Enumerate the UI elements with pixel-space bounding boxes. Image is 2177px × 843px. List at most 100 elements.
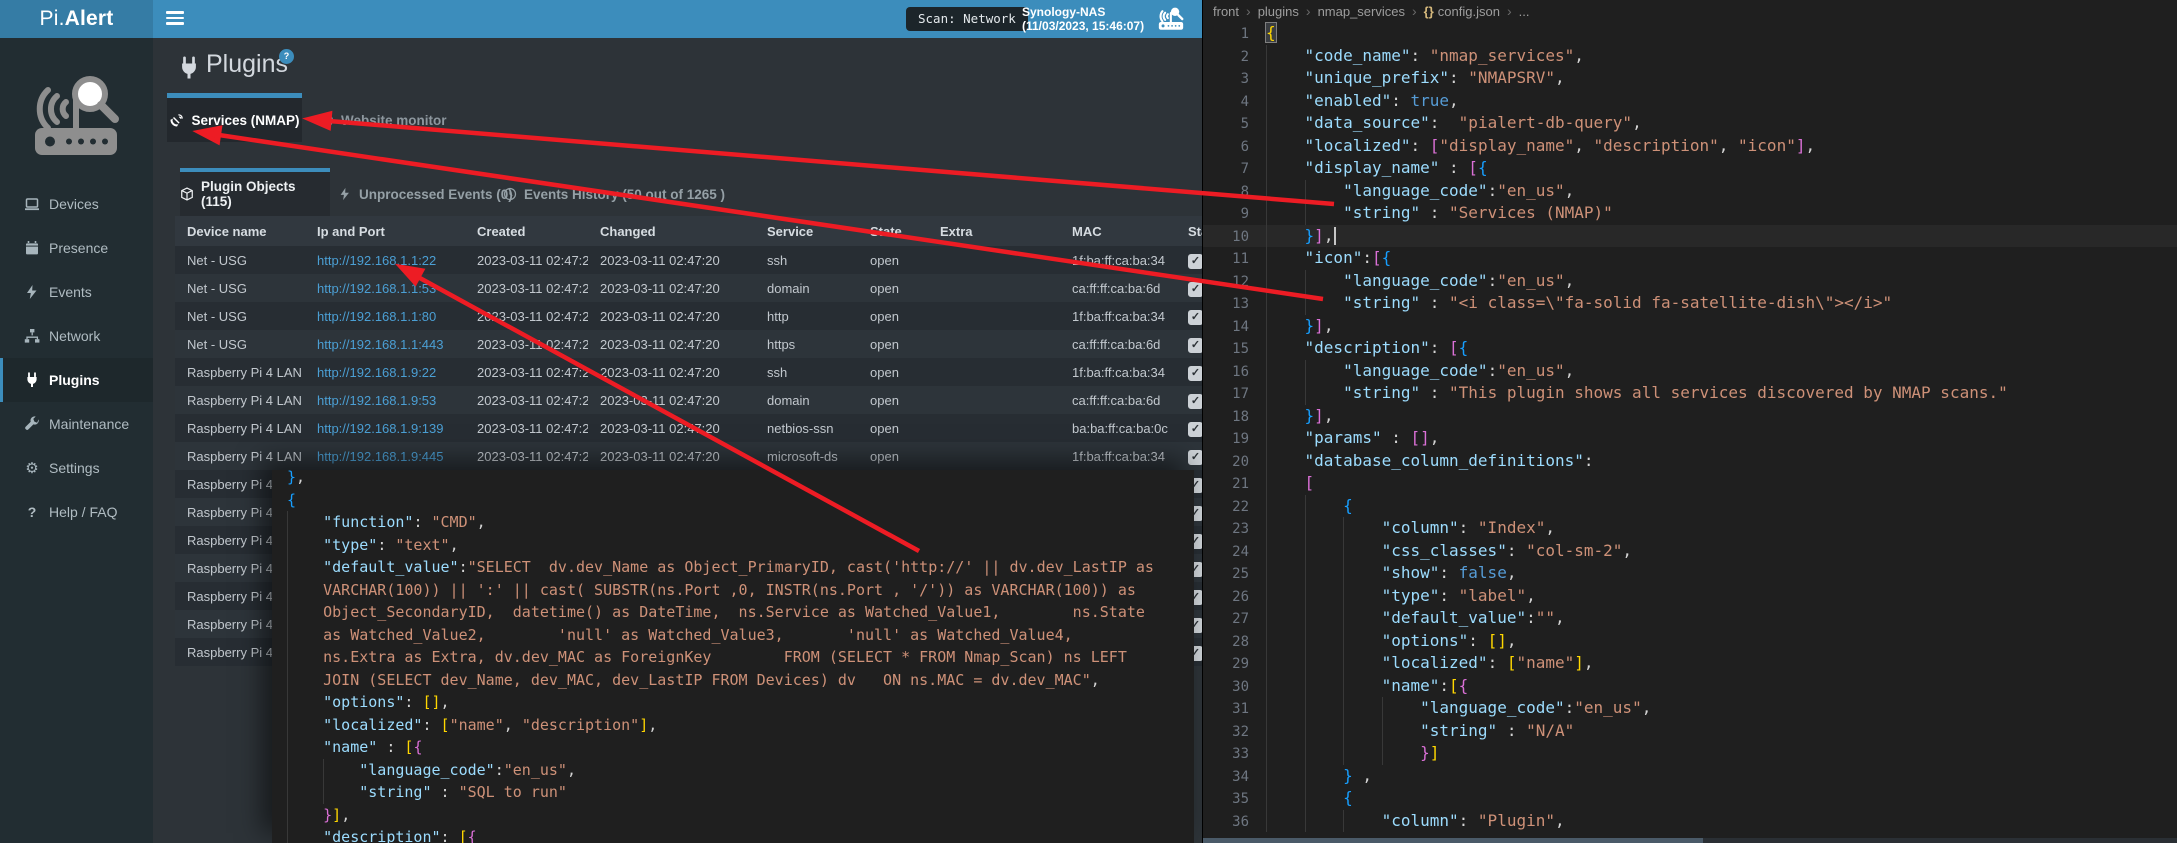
line-number: 18: [1203, 406, 1266, 429]
ip-port-cell: http://192.168.1.1:443: [305, 337, 465, 352]
sidebar-item-maintenance[interactable]: Maintenance: [0, 402, 153, 446]
ip-port-link[interactable]: http://192.168.1.9:53: [317, 393, 436, 408]
breadcrumb-item[interactable]: {}config.json: [1424, 4, 1500, 19]
host-name: Synology-NAS: [1022, 5, 1144, 19]
subtab-unprocessed-events[interactable]: Unprocessed Events (0): [338, 172, 513, 216]
table-cell: Raspberry Pi 4 LAN: [175, 393, 305, 408]
code-line: 9 "string" : "Services (NMAP)": [1203, 202, 2177, 225]
editor-code-content[interactable]: 1{2 "code_name": "nmap_services",3 "uniq…: [1203, 22, 2177, 832]
status-checkbox[interactable]: ✓: [1188, 422, 1202, 437]
code-line: {: [272, 489, 1194, 512]
status-checkbox[interactable]: ✓: [1188, 394, 1202, 409]
sidebar-item-presence[interactable]: Presence: [0, 226, 153, 270]
status-cell: ✓: [1176, 336, 1202, 353]
line-number: 35: [1203, 788, 1266, 811]
column-header: Ip and Port: [305, 224, 465, 239]
ip-port-link[interactable]: http://192.168.1.1:443: [317, 337, 444, 352]
ip-port-link[interactable]: http://192.168.1.9:22: [317, 365, 436, 380]
code-line: 3 "unique_prefix": "NMAPSRV",: [1203, 67, 2177, 90]
table-cell: http: [755, 309, 858, 324]
ip-port-cell: http://192.168.1.9:445: [305, 449, 465, 464]
ip-port-link[interactable]: http://192.168.1.1:53: [317, 281, 436, 296]
help-badge[interactable]: ?: [279, 49, 294, 64]
table-cell: 2023-03-11 02:47:20: [465, 365, 588, 380]
subtab-label: Plugin Objects (115): [201, 179, 330, 209]
pialert-router-magnifier-logo: [24, 68, 129, 168]
sidebar-nav: Devices Presence Events Network Plugins …: [0, 182, 153, 534]
hamburger-icon[interactable]: [166, 11, 184, 27]
ip-port-link[interactable]: http://192.168.1.9:139: [317, 421, 444, 436]
table-cell: ssh: [755, 253, 858, 268]
status-cell: ✓: [1176, 448, 1202, 465]
line-number: 5: [1203, 113, 1266, 136]
table-cell: 2023-03-11 02:47:20: [465, 421, 588, 436]
sidebar: Devices Presence Events Network Plugins …: [0, 38, 153, 843]
code-line: "options": [],: [272, 691, 1194, 714]
table-cell: Net - USG: [175, 253, 305, 268]
code-line: 31 "language_code":"en_us",: [1203, 697, 2177, 720]
subtab-plugin-objects[interactable]: Plugin Objects (115): [180, 172, 330, 216]
table-cell: Net - USG: [175, 337, 305, 352]
breadcrumb-item[interactable]: front: [1213, 4, 1239, 19]
sidebar-item-network[interactable]: Network: [0, 314, 153, 358]
code-line: 28 "options": [],: [1203, 630, 2177, 653]
code-line: 19 "params" : [],: [1203, 427, 2177, 450]
line-number: 24: [1203, 541, 1266, 564]
sidebar-item-label: Maintenance: [49, 416, 129, 432]
code-line: 4 "enabled": true,: [1203, 90, 2177, 113]
sidebar-item-devices[interactable]: Devices: [0, 182, 153, 226]
sidebar-item-label: Events: [49, 284, 92, 300]
subtab-label: Events History (50 out of 1265 ): [524, 187, 725, 202]
status-checkbox[interactable]: ✓: [1188, 366, 1202, 381]
table-cell: Net - USG: [175, 281, 305, 296]
subtab-events-history[interactable]: Events History (50 out of 1265 ): [503, 172, 725, 216]
ip-port-link[interactable]: http://192.168.1.9:445: [317, 449, 444, 464]
breadcrumb-item[interactable]: ...: [1519, 4, 1530, 19]
code-line: 27 "default_value":"",: [1203, 607, 2177, 630]
tab-services-nmap[interactable]: Services (NMAP): [167, 98, 302, 142]
status-checkbox[interactable]: ✓: [1188, 282, 1202, 297]
bolt-icon: [338, 187, 352, 201]
code-line: },: [272, 470, 1194, 489]
status-checkbox[interactable]: ✓: [1188, 310, 1202, 325]
column-header: Extra: [928, 224, 1060, 239]
table-row: Raspberry Pi 4 LANhttp://192.168.1.9:222…: [175, 358, 1202, 386]
status-checkbox[interactable]: ✓: [1188, 450, 1202, 465]
tab-website-monitor[interactable]: Website monitor: [307, 98, 459, 142]
breadcrumb[interactable]: front›plugins›nmap_services›{}config.jso…: [1203, 0, 2177, 22]
brand-logo[interactable]: Pi.Alert: [0, 0, 153, 38]
ip-port-link[interactable]: http://192.168.1.1:80: [317, 309, 436, 324]
line-number: 25: [1203, 563, 1266, 586]
horizontal-scrollbar[interactable]: [1203, 838, 2177, 843]
line-number: 30: [1203, 676, 1266, 699]
status-checkbox[interactable]: ✓: [1188, 338, 1202, 353]
table-row: Raspberry Pi 4 LANhttp://192.168.1.9:139…: [175, 414, 1202, 442]
table-cell: 1f:ba:ff:ca:ba:34: [1060, 253, 1176, 268]
sidebar-item-plugins[interactable]: Plugins: [0, 358, 153, 402]
satellite-dish-icon: [169, 113, 184, 128]
sidebar-item-events[interactable]: Events: [0, 270, 153, 314]
breadcrumb-item[interactable]: plugins: [1258, 4, 1299, 19]
table-cell: 2023-03-11 02:47:20: [588, 253, 755, 268]
code-line: ns.Extra as Extra, dv.dev_MAC as Foreign…: [272, 646, 1194, 669]
subtab-label: Unprocessed Events (0): [359, 187, 513, 202]
sidebar-item-settings[interactable]: ⚙ Settings: [0, 446, 153, 490]
line-number: 9: [1203, 203, 1266, 226]
table-cell: Raspberry Pi 4 LAN: [175, 449, 305, 464]
wrench-icon: [24, 416, 40, 432]
line-number: 2: [1203, 46, 1266, 69]
line-number: 10: [1203, 226, 1266, 249]
status-checkbox[interactable]: ✓: [1188, 254, 1202, 269]
breadcrumb-item[interactable]: nmap_services: [1318, 4, 1405, 19]
scan-status-badge: Scan: Network: [906, 7, 1028, 31]
ip-port-link[interactable]: http://192.168.1.1:22: [317, 253, 436, 268]
sidebar-item-help[interactable]: ? Help / FAQ: [0, 490, 153, 534]
table-cell: open: [858, 393, 928, 408]
code-line: 30 "name":[{: [1203, 675, 2177, 698]
table-header: Device nameIp and PortCreatedChangedServ…: [175, 216, 1202, 246]
table-cell: 2023-03-11 02:47:20: [588, 281, 755, 296]
table-cell: 2023-03-11 02:47:20: [588, 365, 755, 380]
line-number: 27: [1203, 608, 1266, 631]
breadcrumb-separator-icon: ›: [1412, 3, 1417, 19]
code-line: 10 }],: [1203, 225, 2177, 248]
